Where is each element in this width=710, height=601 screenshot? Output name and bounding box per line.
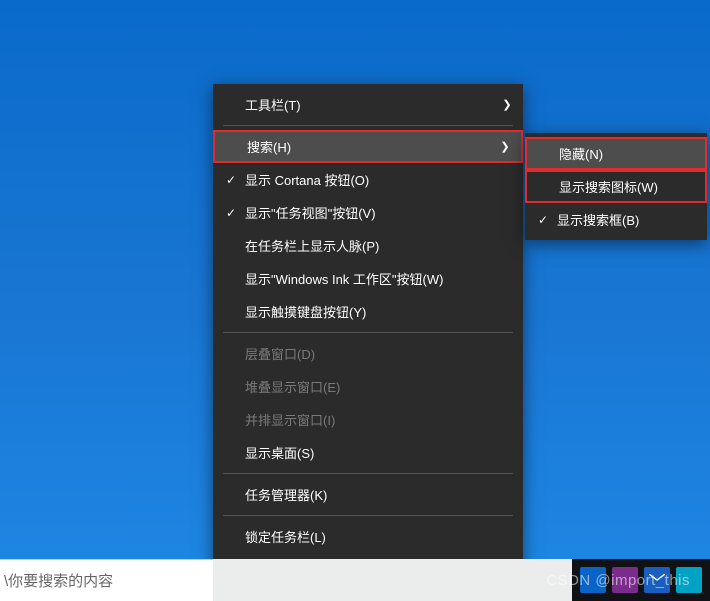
taskbar-tray — [572, 559, 710, 601]
check-icon: ✓ — [221, 206, 241, 220]
menu-label: 层叠窗口(D) — [241, 344, 515, 363]
check-icon: ✓ — [533, 213, 553, 227]
menu-separator — [223, 515, 513, 516]
menu-label: 搜索(H) — [243, 137, 497, 156]
taskbar-search-box[interactable]: \你要搜索的内容 — [0, 559, 213, 601]
menu-item-cascade: 层叠窗口(D) — [213, 337, 523, 370]
menu-item-sidebyside: 并排显示窗口(I) — [213, 403, 523, 436]
menu-item-search[interactable]: 搜索(H) ❯ — [213, 130, 523, 163]
submenu-arrow-icon: ❯ — [499, 98, 515, 111]
menu-separator — [223, 332, 513, 333]
menu-item-show-taskview[interactable]: ✓ 显示"任务视图"按钮(V) — [213, 196, 523, 229]
menu-label: 工具栏(T) — [241, 95, 499, 114]
menu-item-stack: 堆叠显示窗口(E) — [213, 370, 523, 403]
check-icon: ✓ — [221, 173, 241, 187]
menu-label: 堆叠显示窗口(E) — [241, 377, 515, 396]
menu-label: 显示桌面(S) — [241, 443, 515, 462]
menu-label: 显示搜索框(B) — [553, 210, 699, 229]
menu-label: 显示 Cortana 按钮(O) — [241, 170, 515, 189]
tray-app-icon[interactable] — [580, 567, 606, 593]
tray-app-icon[interactable] — [676, 567, 702, 593]
menu-label: 显示"Windows Ink 工作区"按钮(W) — [241, 269, 515, 288]
tray-mail-icon[interactable] — [644, 567, 670, 593]
menu-item-show-ink[interactable]: 显示"Windows Ink 工作区"按钮(W) — [213, 262, 523, 295]
menu-label: 任务管理器(K) — [241, 485, 515, 504]
taskbar-context-menu: 工具栏(T) ❯ 搜索(H) ❯ ✓ 显示 Cortana 按钮(O) ✓ 显示… — [213, 84, 523, 590]
menu-label: 锁定任务栏(L) — [241, 527, 515, 546]
menu-item-lock-taskbar[interactable]: 锁定任务栏(L) — [213, 520, 523, 553]
menu-item-show-cortana[interactable]: ✓ 显示 Cortana 按钮(O) — [213, 163, 523, 196]
menu-item-task-manager[interactable]: 任务管理器(K) — [213, 478, 523, 511]
menu-label: 在任务栏上显示人脉(P) — [241, 236, 515, 255]
taskbar: \你要搜索的内容 — [0, 559, 710, 601]
menu-separator — [223, 473, 513, 474]
search-placeholder-text: \你要搜索的内容 — [4, 570, 113, 591]
menu-item-toolbar[interactable]: 工具栏(T) ❯ — [213, 88, 523, 121]
menu-label: 显示"任务视图"按钮(V) — [241, 203, 515, 222]
menu-item-show-touchkb[interactable]: 显示触摸键盘按钮(Y) — [213, 295, 523, 328]
submenu-arrow-icon: ❯ — [497, 140, 513, 153]
submenu-item-hidden[interactable]: 隐藏(N) — [525, 137, 707, 170]
menu-label: 并排显示窗口(I) — [241, 410, 515, 429]
menu-label: 显示触摸键盘按钮(Y) — [241, 302, 515, 321]
submenu-item-show-search-icon[interactable]: 显示搜索图标(W) — [525, 170, 707, 203]
menu-item-show-people[interactable]: 在任务栏上显示人脉(P) — [213, 229, 523, 262]
search-submenu: 隐藏(N) 显示搜索图标(W) ✓ 显示搜索框(B) — [525, 133, 707, 240]
menu-label: 显示搜索图标(W) — [555, 177, 697, 196]
submenu-item-show-search-box[interactable]: ✓ 显示搜索框(B) — [525, 203, 707, 236]
menu-separator — [223, 125, 513, 126]
menu-label: 隐藏(N) — [555, 144, 697, 163]
tray-app-icon[interactable] — [612, 567, 638, 593]
menu-item-show-desktop[interactable]: 显示桌面(S) — [213, 436, 523, 469]
